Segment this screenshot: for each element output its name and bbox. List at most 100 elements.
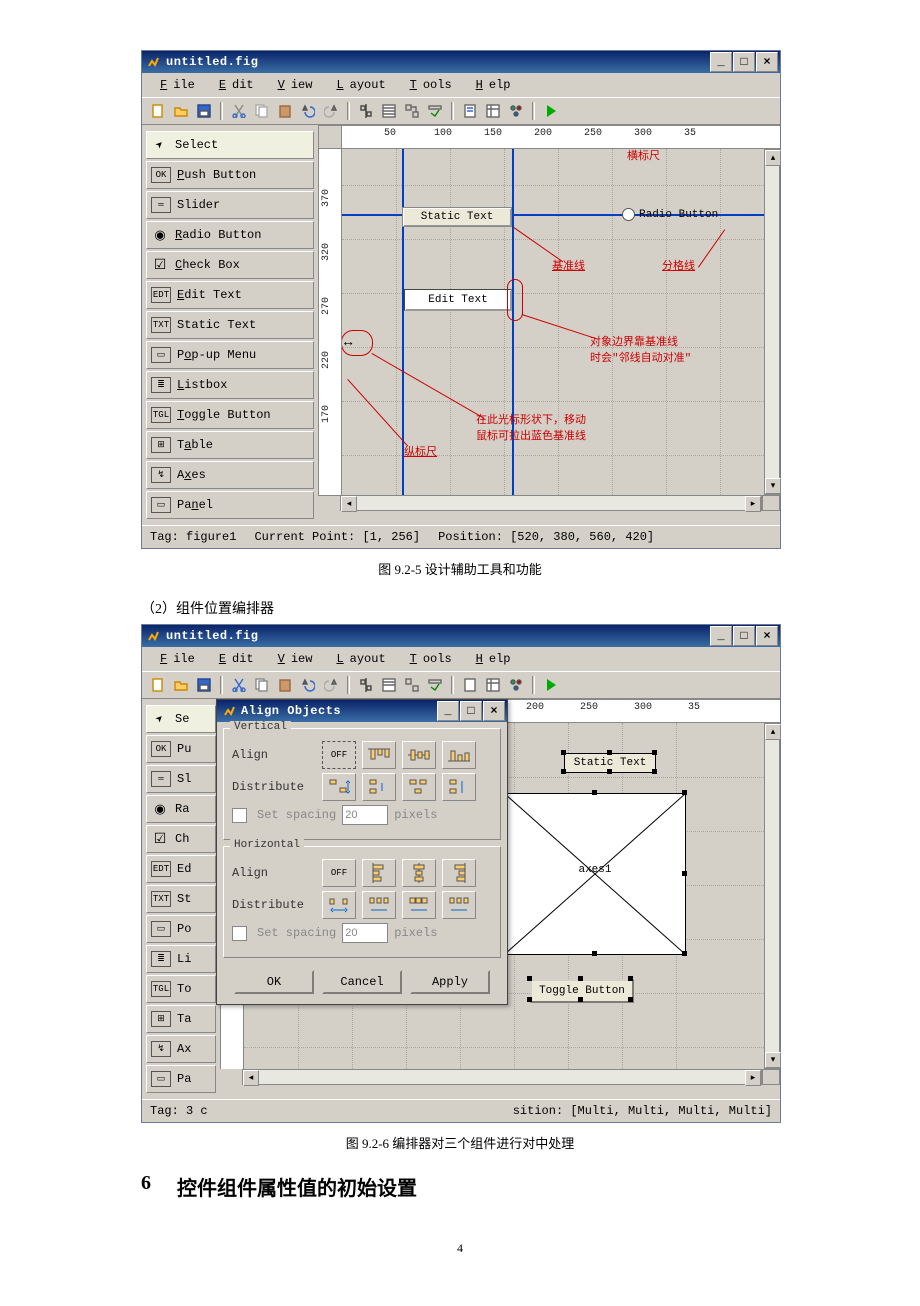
close-button[interactable]: ×	[483, 701, 505, 721]
minimize-button[interactable]: _	[710, 626, 732, 646]
halign-center[interactable]	[402, 859, 436, 887]
palette-radio-button[interactable]: ◉Ra	[146, 795, 216, 823]
valign-bottom[interactable]	[442, 741, 476, 769]
save-icon[interactable]	[194, 101, 214, 121]
menu-view[interactable]: View	[266, 77, 319, 93]
radio-button-control[interactable]: Radio Button	[622, 208, 718, 221]
palette-axes[interactable]: ↯Axes	[146, 461, 314, 489]
cut-icon[interactable]	[229, 675, 249, 695]
menu-edit[interactable]: Edit	[207, 77, 260, 93]
undo-icon[interactable]	[298, 101, 318, 121]
palette-select[interactable]: ➤Select	[146, 131, 314, 159]
vdist-2[interactable]	[362, 773, 396, 801]
palette-pop-up-menu[interactable]: ▭Po	[146, 915, 216, 943]
menu-layout[interactable]: Layout	[324, 77, 391, 93]
editor-icon[interactable]	[460, 101, 480, 121]
maximize-button[interactable]: □	[733, 626, 755, 646]
valign-off[interactable]: OFF	[322, 741, 356, 769]
menu-editor-icon[interactable]	[379, 675, 399, 695]
vdist-3[interactable]	[402, 773, 436, 801]
palette-table[interactable]: ⊞Table	[146, 431, 314, 459]
menu-layout[interactable]: Layout	[324, 651, 391, 667]
redo-icon[interactable]	[321, 101, 341, 121]
align-icon[interactable]	[356, 101, 376, 121]
palette-toggle-button[interactable]: TGLToggle Button	[146, 401, 314, 429]
palette-check-box[interactable]: ☑Ch	[146, 825, 216, 853]
palette-check-box[interactable]: ☑Check Box	[146, 251, 314, 279]
menu-edit[interactable]: Edit	[207, 651, 260, 667]
minimize-button[interactable]: _	[710, 52, 732, 72]
menu-view[interactable]: View	[266, 651, 319, 667]
scroll-left-icon[interactable]: ◂	[341, 496, 357, 512]
property-inspector-icon[interactable]	[483, 101, 503, 121]
object-browser-icon[interactable]	[506, 675, 526, 695]
h-spacing-input[interactable]	[342, 923, 388, 943]
maximize-button[interactable]: □	[733, 52, 755, 72]
palette-edit-text[interactable]: EDTEdit Text	[146, 281, 314, 309]
scroll-up-icon[interactable]: ▴	[765, 150, 781, 166]
menu-tools[interactable]: Tools	[398, 651, 458, 667]
object-browser-icon[interactable]	[506, 101, 526, 121]
halign-right[interactable]	[442, 859, 476, 887]
copy-icon[interactable]	[252, 675, 272, 695]
cancel-button[interactable]: Cancel	[322, 970, 402, 994]
scroll-right-icon[interactable]: ▸	[745, 496, 761, 512]
open-icon[interactable]	[171, 675, 191, 695]
palette-pop-up-menu[interactable]: ▭Pop-up Menu	[146, 341, 314, 369]
valign-top[interactable]	[362, 741, 396, 769]
tab-order-icon[interactable]	[402, 101, 422, 121]
menu-tools[interactable]: Tools	[398, 77, 458, 93]
hdist-2[interactable]	[362, 891, 396, 919]
palette-table[interactable]: ⊞Ta	[146, 1005, 216, 1033]
design-canvas[interactable]: Static Text Radio Button Edit Text ↔	[342, 149, 764, 495]
halign-off[interactable]: OFF	[322, 859, 356, 887]
new-icon[interactable]	[148, 101, 168, 121]
edit-text-control[interactable]: Edit Text	[404, 289, 512, 311]
maximize-button[interactable]: □	[460, 701, 482, 721]
copy-icon[interactable]	[252, 101, 272, 121]
horizontal-ruler[interactable]: 5010015020025030035	[318, 125, 780, 149]
toolbar-editor-icon[interactable]	[425, 101, 445, 121]
close-button[interactable]: ×	[756, 52, 778, 72]
axes-control[interactable]: axes1	[504, 793, 686, 955]
palette-listbox[interactable]: ≣Li	[146, 945, 216, 973]
palette-panel[interactable]: ▭Panel	[146, 491, 314, 519]
palette-slider[interactable]: ═Slider	[146, 191, 314, 219]
valign-middle[interactable]	[402, 741, 436, 769]
palette-radio-button[interactable]: ◉Radio Button	[146, 221, 314, 249]
menu-editor-icon[interactable]	[379, 101, 399, 121]
toolbar-editor-icon[interactable]	[425, 675, 445, 695]
h-spacing-check[interactable]	[232, 926, 247, 941]
redo-icon[interactable]	[321, 675, 341, 695]
palette-edit-text[interactable]: EDTEd	[146, 855, 216, 883]
ok-button[interactable]: OK	[234, 970, 314, 994]
menu-file[interactable]: File	[148, 77, 201, 93]
palette-static-text[interactable]: TXTSt	[146, 885, 216, 913]
halign-left[interactable]	[362, 859, 396, 887]
minimize-button[interactable]: _	[437, 701, 459, 721]
scroll-down-icon[interactable]: ▾	[765, 1052, 781, 1068]
palette-axes[interactable]: ↯Ax	[146, 1035, 216, 1063]
hdist-1[interactable]	[322, 891, 356, 919]
vertical-scrollbar[interactable]: ▴ ▾	[764, 723, 780, 1069]
apply-button[interactable]: Apply	[410, 970, 490, 994]
palette-panel[interactable]: ▭Pa	[146, 1065, 216, 1093]
horizontal-scrollbar[interactable]: ◂▸	[242, 1069, 762, 1085]
paste-icon[interactable]	[275, 675, 295, 695]
palette-listbox[interactable]: ≣Listbox	[146, 371, 314, 399]
run-button[interactable]	[541, 101, 561, 121]
tab-order-icon[interactable]	[402, 675, 422, 695]
menu-help[interactable]: Help	[464, 77, 517, 93]
palette-toggle-button[interactable]: TGLTo	[146, 975, 216, 1003]
palette-select[interactable]: ➤Se	[146, 705, 216, 733]
hdist-4[interactable]	[442, 891, 476, 919]
cut-icon[interactable]	[229, 101, 249, 121]
scroll-down-icon[interactable]: ▾	[765, 478, 781, 494]
menu-file[interactable]: File	[148, 651, 201, 667]
paste-icon[interactable]	[275, 101, 295, 121]
palette-push-button[interactable]: OKPush Button	[146, 161, 314, 189]
hdist-3[interactable]	[402, 891, 436, 919]
vertical-ruler[interactable]: 370320270220170	[318, 149, 342, 495]
static-text-control[interactable]: Static Text	[402, 207, 512, 227]
vdist-4[interactable]	[442, 773, 476, 801]
